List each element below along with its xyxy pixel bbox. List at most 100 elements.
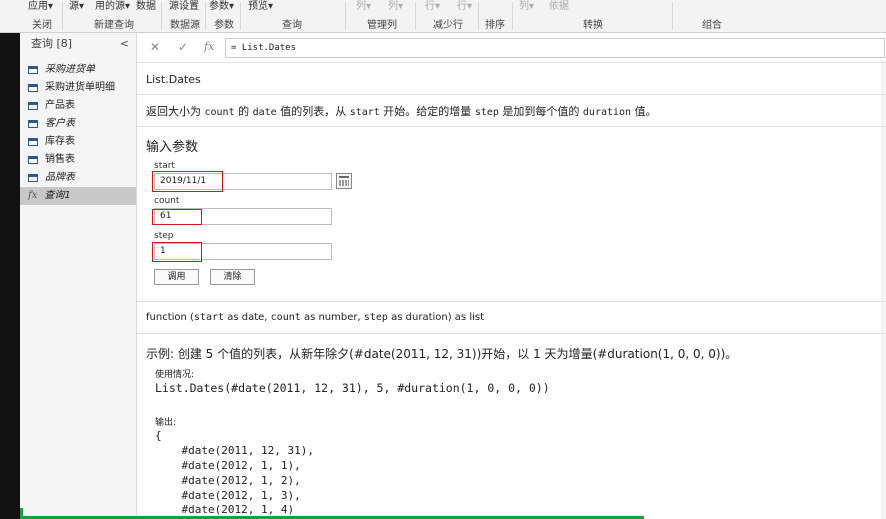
ribbon-preview-button[interactable]: 预览▾ bbox=[248, 0, 273, 12]
ribbon-group-by-button[interactable]: 依据 bbox=[549, 0, 569, 12]
description-text: 是加到每个值的 bbox=[498, 105, 583, 118]
table-icon bbox=[28, 84, 38, 92]
ribbon: 应用▾ 源▾ 用的源▾ 数据 源设置 参数▾ 预览▾ 列▾ 列▾ 行▾ 行▾ 列… bbox=[0, 0, 886, 33]
divider bbox=[137, 126, 886, 127]
calendar-icon[interactable] bbox=[336, 173, 352, 189]
description-text: 开始。给定的增量 bbox=[379, 105, 475, 118]
output-line: #date(2012, 1, 4) bbox=[155, 503, 295, 516]
ribbon-divider bbox=[62, 2, 63, 30]
formula-input[interactable]: = List.Dates bbox=[225, 38, 885, 58]
description-code: date bbox=[252, 107, 277, 118]
ribbon-group-reduce-rows: 减少行 bbox=[433, 20, 463, 31]
function-description: 返回大小为 count 的 date 值的列表，从 start 开始。给定的增量… bbox=[146, 103, 657, 119]
ribbon-divider bbox=[478, 2, 479, 30]
table-icon bbox=[28, 66, 38, 74]
query-item-label: 采购进货单 bbox=[45, 64, 95, 75]
usage-code: List.Dates(#date(2011, 12, 31), 5, #dura… bbox=[155, 381, 550, 395]
description-text: 返回大小为 bbox=[146, 105, 205, 118]
highlight-box bbox=[152, 209, 202, 225]
count-label: count bbox=[154, 196, 180, 206]
query-item-brands[interactable]: 品牌表 bbox=[20, 169, 136, 187]
divider bbox=[137, 333, 886, 334]
example-title: 示例: 创建 5 个值的列表，从新年除夕(#date(2011, 12, 31)… bbox=[146, 347, 738, 361]
invoke-button[interactable]: 调用 bbox=[154, 269, 199, 285]
ribbon-divider bbox=[161, 2, 162, 30]
description-code: duration bbox=[582, 107, 632, 118]
signature-text: as date, bbox=[224, 312, 271, 323]
output-line: #date(2012, 1, 1), bbox=[155, 459, 301, 472]
divider bbox=[137, 94, 886, 95]
start-label: start bbox=[154, 161, 175, 171]
output-line: { bbox=[155, 429, 162, 442]
queries-pane: 查询 [8] < 采购进货单 采购进货单明细 产品表 客户表 库存表 销售表 品… bbox=[20, 33, 137, 519]
window-left-edge bbox=[0, 33, 20, 519]
signature-text: as duration) as list bbox=[387, 312, 485, 323]
ribbon-group-manage-columns: 管理列 bbox=[367, 20, 397, 31]
ribbon-divider bbox=[512, 2, 513, 30]
signature-code: count bbox=[270, 312, 301, 323]
ribbon-data-button[interactable]: 数据 bbox=[136, 0, 156, 12]
ribbon-recent-sources-button[interactable]: 用的源▾ bbox=[95, 0, 130, 12]
ribbon-remove-columns-button[interactable]: 列▾ bbox=[388, 0, 403, 12]
confirm-icon[interactable]: ✓ bbox=[178, 40, 188, 54]
description-text: 值的列表，从 bbox=[276, 105, 350, 118]
ribbon-keep-rows-button[interactable]: 行▾ bbox=[425, 0, 440, 12]
vertical-scrollbar[interactable] bbox=[881, 60, 886, 519]
query-item-customers[interactable]: 客户表 bbox=[20, 115, 136, 133]
output-label: 输出: bbox=[155, 418, 177, 428]
ribbon-source-settings-button[interactable]: 源设置 bbox=[169, 0, 199, 12]
query-item-purchase-order[interactable]: 采购进货单 bbox=[20, 61, 136, 79]
usage-label: 使用情况: bbox=[155, 370, 195, 380]
formula-bar: ✕ ✓ fx = List.Dates bbox=[140, 38, 886, 58]
ribbon-group-sort: 排序 bbox=[485, 20, 505, 31]
ribbon-divider bbox=[240, 2, 241, 30]
table-icon bbox=[28, 156, 38, 164]
function-icon: fx bbox=[28, 190, 38, 201]
ribbon-group-parameters: 参数 bbox=[214, 20, 234, 31]
ribbon-source-button[interactable]: 源▾ bbox=[69, 0, 84, 12]
ribbon-group-query: 查询 bbox=[282, 20, 302, 31]
ribbon-group-close: 关闭 bbox=[32, 20, 52, 31]
table-icon bbox=[28, 174, 38, 182]
queries-header-label: 查询 [8] bbox=[31, 37, 73, 50]
ribbon-divider bbox=[415, 2, 416, 30]
query-item-label: 查询1 bbox=[44, 190, 71, 201]
ribbon-apply-button[interactable]: 应用▾ bbox=[28, 0, 53, 12]
divider bbox=[137, 62, 886, 63]
query-item-inventory[interactable]: 库存表 bbox=[20, 133, 136, 151]
ribbon-group-combine: 组合 bbox=[702, 20, 722, 31]
query-item-label: 产品表 bbox=[45, 100, 75, 111]
ribbon-group-new-query: 新建查询 bbox=[94, 20, 134, 31]
params-title: 输入参数 bbox=[146, 140, 199, 155]
ribbon-choose-columns-button[interactable]: 列▾ bbox=[356, 0, 371, 12]
function-signature: function (start as date, count as number… bbox=[146, 312, 484, 323]
description-code: step bbox=[474, 107, 499, 118]
clear-button[interactable]: 清除 bbox=[210, 269, 255, 285]
query-item-label: 客户表 bbox=[45, 118, 75, 129]
query-item-products[interactable]: 产品表 bbox=[20, 97, 136, 115]
description-code: count bbox=[204, 107, 235, 118]
table-icon bbox=[28, 138, 38, 146]
output-line: #date(2012, 1, 2), bbox=[155, 474, 301, 487]
ribbon-group-data-source: 数据源 bbox=[170, 20, 200, 31]
ribbon-group-transform: 转换 bbox=[583, 20, 603, 31]
cancel-icon[interactable]: ✕ bbox=[150, 40, 160, 54]
output-line: #date(2011, 12, 31), bbox=[155, 444, 314, 457]
ribbon-parameters-button[interactable]: 参数▾ bbox=[209, 0, 234, 12]
query-item-label: 销售表 bbox=[45, 154, 75, 165]
output-line: #date(2012, 1, 3), bbox=[155, 489, 301, 502]
ribbon-split-column-button[interactable]: 列▾ bbox=[519, 0, 534, 12]
collapse-pane-icon[interactable]: < bbox=[120, 33, 129, 55]
description-code: start bbox=[349, 107, 380, 118]
ribbon-remove-rows-button[interactable]: 行▾ bbox=[457, 0, 472, 12]
queries-header: 查询 [8] < bbox=[20, 33, 136, 55]
highlight-box bbox=[152, 171, 223, 192]
signature-code: step bbox=[363, 312, 388, 323]
insert-function-icon[interactable]: fx bbox=[204, 40, 214, 53]
query-item-sales[interactable]: 销售表 bbox=[20, 151, 136, 169]
query-item-label: 库存表 bbox=[45, 136, 75, 147]
signature-text: function ( bbox=[146, 312, 194, 323]
query-item-purchase-order-detail[interactable]: 采购进货单明细 bbox=[20, 79, 136, 97]
query-item-query1[interactable]: fx 查询1 bbox=[20, 187, 136, 205]
divider bbox=[137, 301, 886, 302]
